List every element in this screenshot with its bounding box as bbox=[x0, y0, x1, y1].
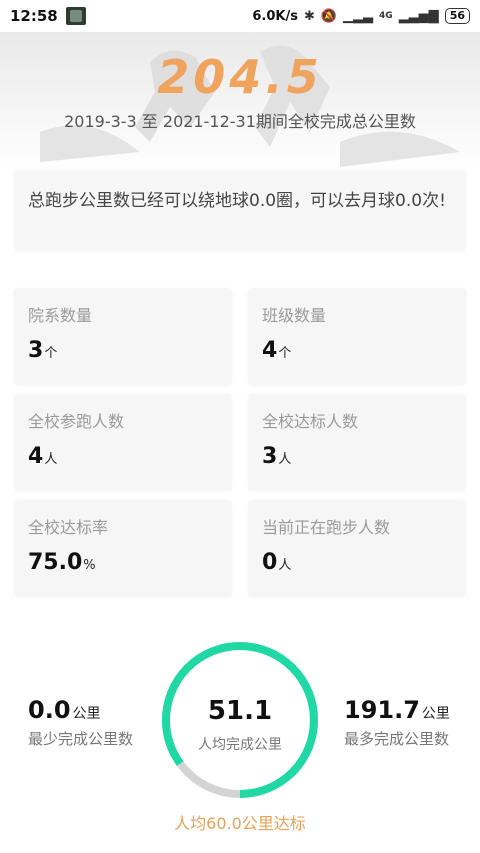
stat-label: 院系数量 bbox=[28, 306, 93, 325]
stat-card-classes: 班级数量 4个 bbox=[248, 288, 466, 384]
network-type: 4G bbox=[379, 11, 393, 21]
min-distance-value-row: 0.0 公里 bbox=[28, 696, 133, 724]
stat-label: 当前正在跑步人数 bbox=[262, 518, 391, 537]
max-distance-block: 191.7 公里 最多完成公里数 bbox=[344, 696, 450, 749]
stat-value: 4个 bbox=[262, 338, 292, 363]
battery-indicator: 56 bbox=[444, 8, 470, 24]
stat-label: 全校达标率 bbox=[28, 518, 109, 537]
hero-banner: 204.5 2019-3-3 至 2021-12-31期间全校完成总公里数 bbox=[0, 32, 480, 172]
clock: 12:58 bbox=[10, 7, 58, 25]
max-distance-label: 最多完成公里数 bbox=[344, 730, 450, 748]
stat-value: 4人 bbox=[28, 444, 58, 469]
stat-card-running-now: 当前正在跑步人数 0人 bbox=[248, 500, 466, 596]
min-distance-label: 最少完成公里数 bbox=[28, 730, 134, 748]
app-notification-icon bbox=[65, 7, 86, 25]
stat-value: 0人 bbox=[262, 550, 292, 575]
stat-card-participants: 全校参跑人数 4人 bbox=[14, 394, 232, 490]
average-distance-label: 人均完成公里 bbox=[198, 737, 282, 753]
min-distance-unit: 公里 bbox=[72, 706, 101, 722]
stat-value: 3个 bbox=[28, 338, 58, 363]
stat-card-departments: 院系数量 3个 bbox=[14, 288, 232, 384]
target-caption: 人均60.0公里达标 bbox=[174, 814, 306, 833]
mute-icon: 🔕 bbox=[320, 8, 338, 24]
summary-text: 总跑步公里数已经可以绕地球0.0圈，可以去月球0.0次! bbox=[28, 191, 446, 211]
stat-label: 全校参跑人数 bbox=[28, 412, 125, 431]
average-progress-ring: 51.1 人均完成公里 bbox=[160, 640, 320, 800]
status-bar: 12:58 6.0K/s ✱ 🔕 ▁▂▃ 4G ▂▃▅▇ 56 bbox=[0, 0, 480, 32]
max-distance-unit: 公里 bbox=[421, 706, 450, 722]
signal-weak-icon: ▁▂▃ bbox=[343, 8, 374, 24]
bluetooth-icon: ✱ bbox=[303, 8, 315, 24]
summary-card: 总跑步公里数已经可以绕地球0.0圈，可以去月球0.0次! bbox=[14, 170, 466, 250]
max-distance-value: 191.7 bbox=[344, 696, 420, 724]
total-distance: 204.5 bbox=[157, 50, 323, 104]
stat-value: 3人 bbox=[262, 444, 292, 469]
period-caption: 2019-3-3 至 2021-12-31期间全校完成总公里数 bbox=[64, 112, 416, 131]
stat-card-qualified: 全校达标人数 3人 bbox=[248, 394, 466, 490]
signal-strong-icon: ▂▃▅▇ bbox=[398, 8, 439, 24]
min-distance-value: 0.0 bbox=[28, 696, 71, 724]
stat-value: 75.0% bbox=[28, 550, 96, 575]
max-distance-value-row: 191.7 公里 bbox=[344, 696, 450, 724]
min-distance-block: 0.0 公里 最少完成公里数 bbox=[28, 696, 133, 749]
stat-label: 班级数量 bbox=[262, 306, 327, 325]
stat-label: 全校达标人数 bbox=[262, 412, 359, 431]
average-distance-value: 51.1 bbox=[207, 696, 273, 726]
stat-card-qualified-rate: 全校达标率 75.0% bbox=[14, 500, 232, 596]
network-speed: 6.0K/s bbox=[252, 8, 298, 24]
